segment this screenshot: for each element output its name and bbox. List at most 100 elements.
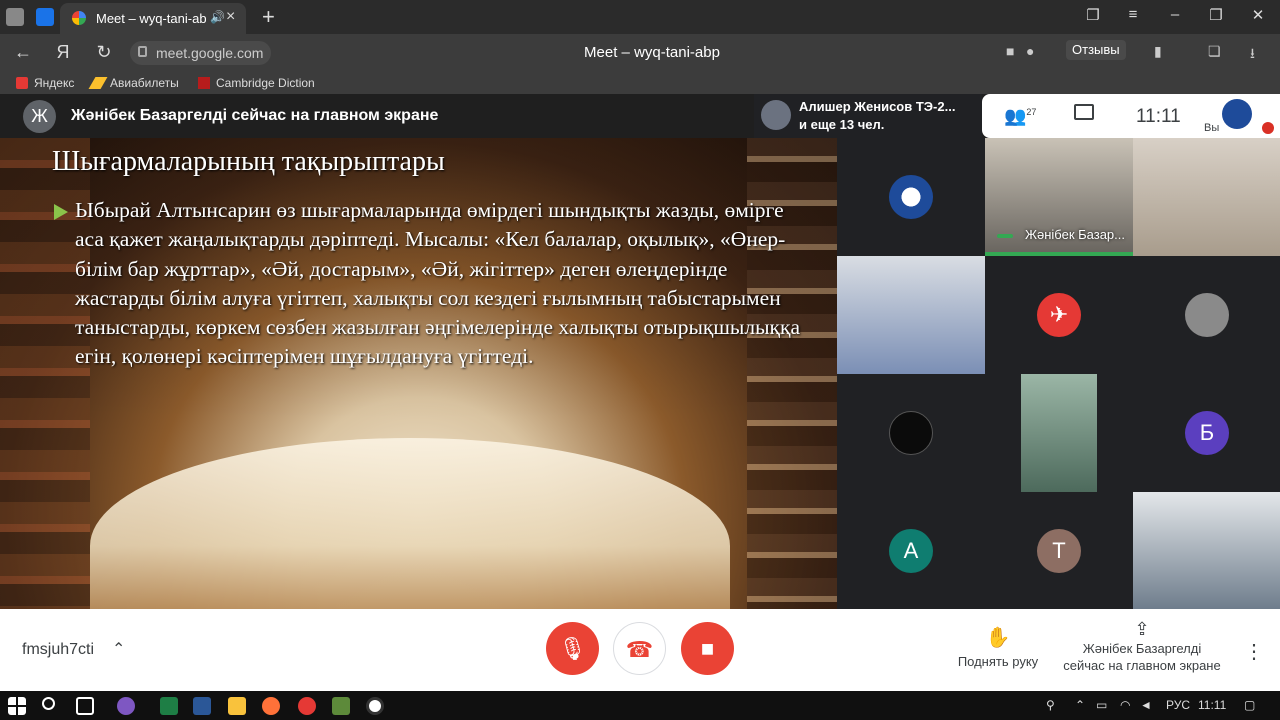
camera-permission-icon[interactable]: ■ — [1006, 43, 1014, 59]
close-window-button[interactable]: ✕ — [1248, 6, 1268, 24]
maximize-button[interactable]: ❐ — [1206, 6, 1226, 24]
avatar — [889, 411, 933, 455]
cambridge-icon — [198, 77, 210, 89]
new-tab-button[interactable]: + — [262, 4, 275, 30]
download-icon[interactable]: ⭳ — [1250, 43, 1255, 67]
speaker-icon[interactable]: 🔊 — [210, 10, 225, 24]
presenter-line-1: Жәнібек Базаргелді — [1082, 641, 1202, 656]
yandex-button[interactable]: Я — [52, 42, 74, 63]
participant-tile[interactable]: ✈ — [985, 256, 1133, 374]
tab-manager-icon[interactable] — [6, 8, 24, 26]
hand-icon: ✋ — [985, 627, 1011, 649]
tab-meet[interactable]: Meet – wyq-tani-abp 🔊 × — [60, 3, 246, 34]
open-book-image — [90, 438, 730, 609]
back-button[interactable]: ← — [12, 42, 34, 63]
yandex-icon — [16, 77, 28, 89]
excel-icon[interactable] — [160, 697, 178, 715]
slide-body-text: Ыбырай Алтынсарин өз шығармаларында өмір… — [75, 198, 800, 369]
wifi-icon[interactable]: ◠ — [1120, 698, 1130, 712]
participant-tile[interactable] — [837, 374, 985, 492]
participant-tile[interactable] — [1133, 256, 1280, 374]
mic-off-icon: 🎙 — [558, 636, 587, 661]
participant-tile[interactable]: Т — [985, 492, 1133, 610]
present-screen-icon: ⇪ — [1134, 619, 1150, 639]
camera-toggle-button[interactable]: ■ — [681, 622, 734, 675]
task-view-icon[interactable] — [76, 697, 94, 715]
language-indicator[interactable]: РУС — [1166, 698, 1190, 712]
battery-icon[interactable]: ▭ — [1096, 698, 1107, 712]
file-explorer-icon[interactable] — [228, 697, 246, 715]
participant-tile[interactable] — [837, 256, 985, 374]
mic-permission-icon[interactable]: ● — [1026, 43, 1034, 59]
meet-favicon-icon — [72, 11, 86, 25]
participant-tile[interactable] — [837, 138, 985, 256]
notifications-icon[interactable]: ▢ — [1244, 698, 1255, 712]
participant-tile[interactable]: Б — [1133, 374, 1280, 492]
bookmark-avia[interactable]: Авиабилеты — [88, 76, 179, 90]
people-button[interactable]: 👥27 — [1004, 106, 1036, 127]
presentation-button[interactable]: ⇪ Жәнібек Базаргелді сейчас на главном э… — [1060, 619, 1224, 674]
bookmark-yandex[interactable]: Яндекс — [16, 76, 74, 90]
presentation-slide: Шығармаларының тақырыптары Ыбырай Алтынс… — [0, 138, 837, 609]
meeting-details-panel: 👥27 11:11 Вы — [982, 94, 1280, 138]
notification-line-1: Алишер Женисов ТЭ-2... — [799, 99, 956, 114]
mic-toggle-button[interactable]: 🎙 — [546, 622, 599, 675]
reload-button[interactable]: ↻ — [93, 42, 115, 63]
chevron-up-tray-icon[interactable]: ⌃ — [1075, 698, 1085, 712]
volume-icon[interactable]: ◄ — [1140, 698, 1152, 712]
more-options-icon[interactable]: ⋮ — [1244, 639, 1264, 664]
avatar: Б — [1185, 411, 1229, 455]
self-avatar[interactable] — [1222, 99, 1252, 129]
camera-off-icon: ■ — [700, 636, 715, 661]
tab-title: Meet – wyq-tani-abp — [96, 11, 206, 26]
meeting-code: fmsjuh7cti — [22, 641, 95, 658]
mic-muted-icon — [1262, 122, 1274, 134]
bookmarks-bar: Яндекс Авиабилеты Cambridge Diction — [0, 72, 1280, 94]
app-purple-icon[interactable] — [117, 697, 135, 715]
yandex-app-icon[interactable] — [298, 697, 316, 715]
windows-taskbar: ⚲ ⌃ ▭ ◠ ◄ РУС 11:11 ▢ — [0, 691, 1280, 720]
menu-icon[interactable]: ≡ — [1123, 6, 1143, 23]
minecraft-icon[interactable] — [332, 697, 350, 715]
participant-tile[interactable] — [1133, 138, 1280, 256]
presenter-line-2: сейчас на главном экране — [1063, 658, 1221, 673]
url-field[interactable]: meet.google.com — [130, 41, 272, 65]
bookmarks-window-icon[interactable]: ❐ — [1083, 6, 1103, 24]
join-notification[interactable]: Алишер Женисов ТЭ-2... и еще 13 чел. — [754, 94, 982, 138]
avatar — [761, 100, 791, 130]
people-icon: 👥 — [1004, 106, 1027, 126]
meet-top-bar: Ж Жәнібек Базаргелді сейчас на главном э… — [0, 94, 1280, 138]
chevron-up-icon[interactable]: ⌃ — [112, 639, 125, 659]
collections-icon[interactable]: ❏ — [1208, 43, 1221, 60]
hang-up-icon: ☎ — [625, 637, 654, 662]
participant-tile[interactable] — [1021, 374, 1097, 492]
participant-tile[interactable] — [1133, 492, 1280, 609]
avatar: А — [889, 529, 933, 573]
browser-tab-strip: Meet – wyq-tani-abp 🔊 × + ❐ ≡ – ❐ ✕ — [0, 0, 1280, 34]
lock-icon — [138, 46, 147, 57]
minimize-button[interactable]: – — [1165, 6, 1185, 23]
notification-line-2: и еще 13 чел. — [799, 117, 885, 132]
taskbar-clock[interactable]: 11:11 — [1198, 698, 1226, 712]
bookmark-cambridge[interactable]: Cambridge Diction — [198, 76, 315, 90]
bookmark-icon[interactable]: ▮ — [1154, 43, 1162, 60]
start-icon[interactable] — [8, 697, 26, 715]
people-tray-icon[interactable]: ⚲ — [1046, 698, 1055, 712]
speaking-indicator-icon — [997, 234, 1013, 238]
avatar: ✈ — [1037, 293, 1081, 337]
end-call-button[interactable]: ☎ — [613, 622, 666, 675]
presenting-banner: Жәнібек Базаргелді сейчас на главном экр… — [71, 107, 439, 124]
chat-icon[interactable] — [1074, 104, 1094, 120]
raise-hand-button[interactable]: ✋ Поднять руку — [946, 625, 1050, 669]
messenger-icon[interactable] — [36, 8, 54, 26]
yandex-browser-icon[interactable] — [366, 697, 384, 715]
search-icon[interactable] — [42, 697, 55, 710]
feedback-button[interactable]: Отзывы — [1066, 40, 1126, 60]
participant-tile[interactable]: А — [837, 492, 985, 610]
close-tab-icon[interactable]: × — [226, 8, 235, 26]
firefox-icon[interactable] — [262, 697, 280, 715]
people-count: 27 — [1026, 107, 1037, 117]
participant-tile-speaker[interactable]: Жәнібек Базар... — [985, 138, 1133, 256]
meet-control-bar: fmsjuh7cti ⌃ 🎙 ☎ ■ ✋ Поднять руку ⇪ Жәні… — [0, 609, 1280, 691]
word-icon[interactable] — [193, 697, 211, 715]
